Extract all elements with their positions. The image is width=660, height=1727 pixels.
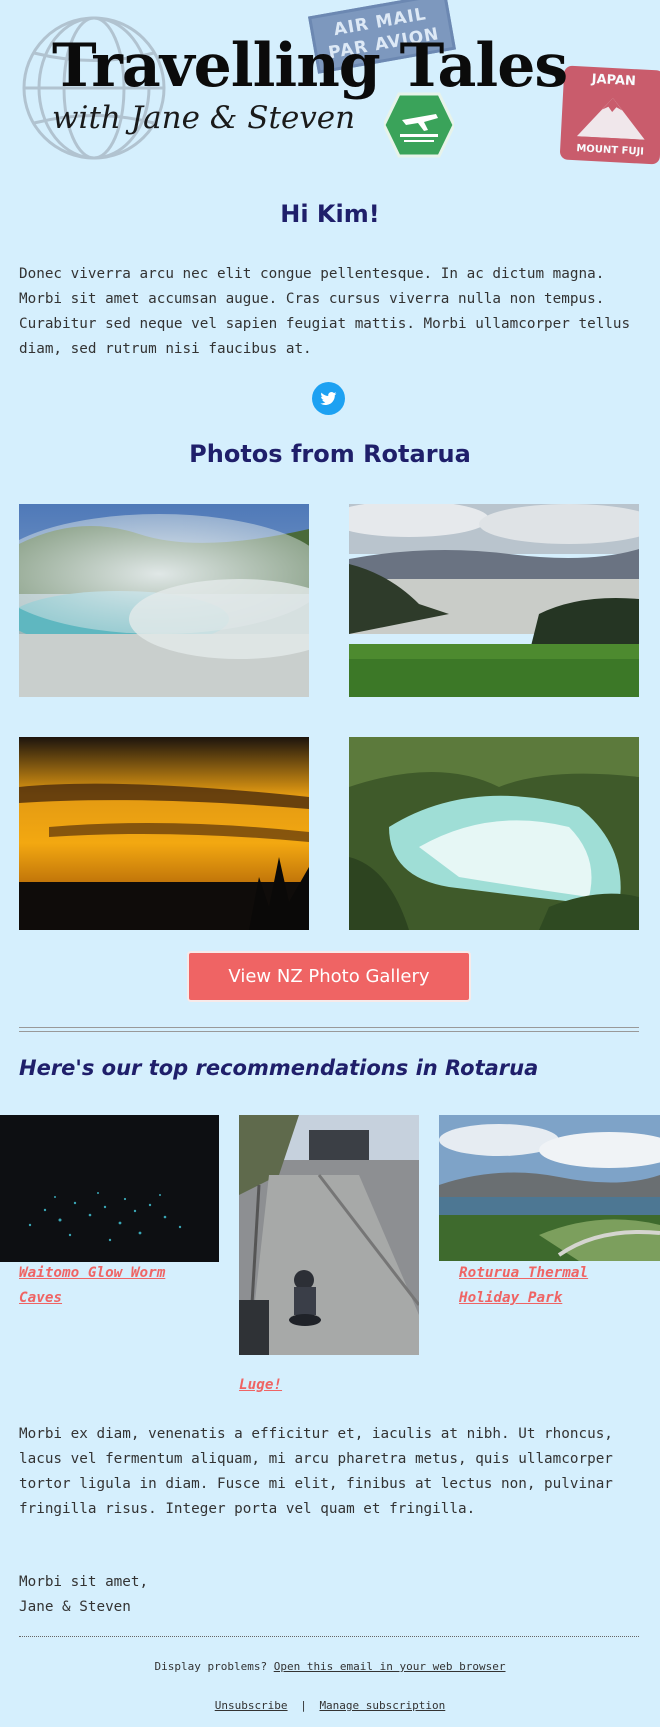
signoff-line-2: Jane & Steven — [19, 1599, 131, 1615]
mount-fuji-icon — [576, 98, 645, 140]
photo-waterfall — [349, 737, 639, 930]
twitter-icon[interactable] — [312, 382, 345, 415]
footer-display-problems: Display problems? Open this email in you… — [0, 1660, 660, 1673]
recommendation-image-glow-worms[interactable] — [0, 1115, 219, 1262]
signoff: Morbi sit amet, Jane & Steven — [19, 1570, 148, 1620]
divider — [19, 1027, 639, 1032]
intro-paragraph: Donec viverra arcu nec elit congue pelle… — [19, 266, 631, 357]
footer-links: Unsubscribe | Manage subscription — [0, 1699, 660, 1712]
photo-coastline — [349, 504, 639, 697]
photos-heading: Photos from Rotarua — [189, 440, 471, 468]
recommendation-link-luge[interactable]: Luge! — [239, 1373, 282, 1398]
greeting: Hi Kim! — [280, 200, 380, 228]
recommendation-link-holiday-park[interactable]: Roturua Thermal Holiday Park — [459, 1261, 649, 1311]
view-gallery-button[interactable]: View NZ Photo Gallery — [187, 951, 471, 1002]
recommendation-image-holiday-park[interactable] — [439, 1115, 660, 1261]
recommendations-heading: Here's our top recommendations in Rotaru… — [19, 1056, 539, 1080]
japan-stamp: JAPAN MOUNT FUJI — [559, 65, 660, 165]
body-paragraph: Morbi ex diam, venenatis a efficitur et,… — [19, 1426, 613, 1517]
photo-sunset — [19, 737, 309, 930]
footer-separator: | — [300, 1699, 307, 1712]
recommendation-link-glow-worm-caves[interactable]: Waitomo Glow Worm Caves — [19, 1261, 209, 1311]
footer-divider — [19, 1636, 639, 1637]
signoff-line-1: Morbi sit amet, — [19, 1574, 149, 1590]
header: AIR MAIL PAR AVION JAPAN MOUNT FUJI Trav… — [0, 0, 660, 175]
open-in-browser-link[interactable]: Open this email in your web browser — [274, 1660, 506, 1673]
newsletter-subtitle: with Jane & Steven — [52, 100, 356, 136]
recommendation-image-luge[interactable] — [239, 1115, 419, 1355]
newsletter-title: Travelling Tales — [52, 31, 568, 101]
unsubscribe-link[interactable]: Unsubscribe — [215, 1699, 288, 1712]
display-problems-label: Display problems? — [154, 1660, 268, 1673]
photo-thermal-pool — [19, 504, 309, 697]
manage-subscription-link[interactable]: Manage subscription — [319, 1699, 445, 1712]
